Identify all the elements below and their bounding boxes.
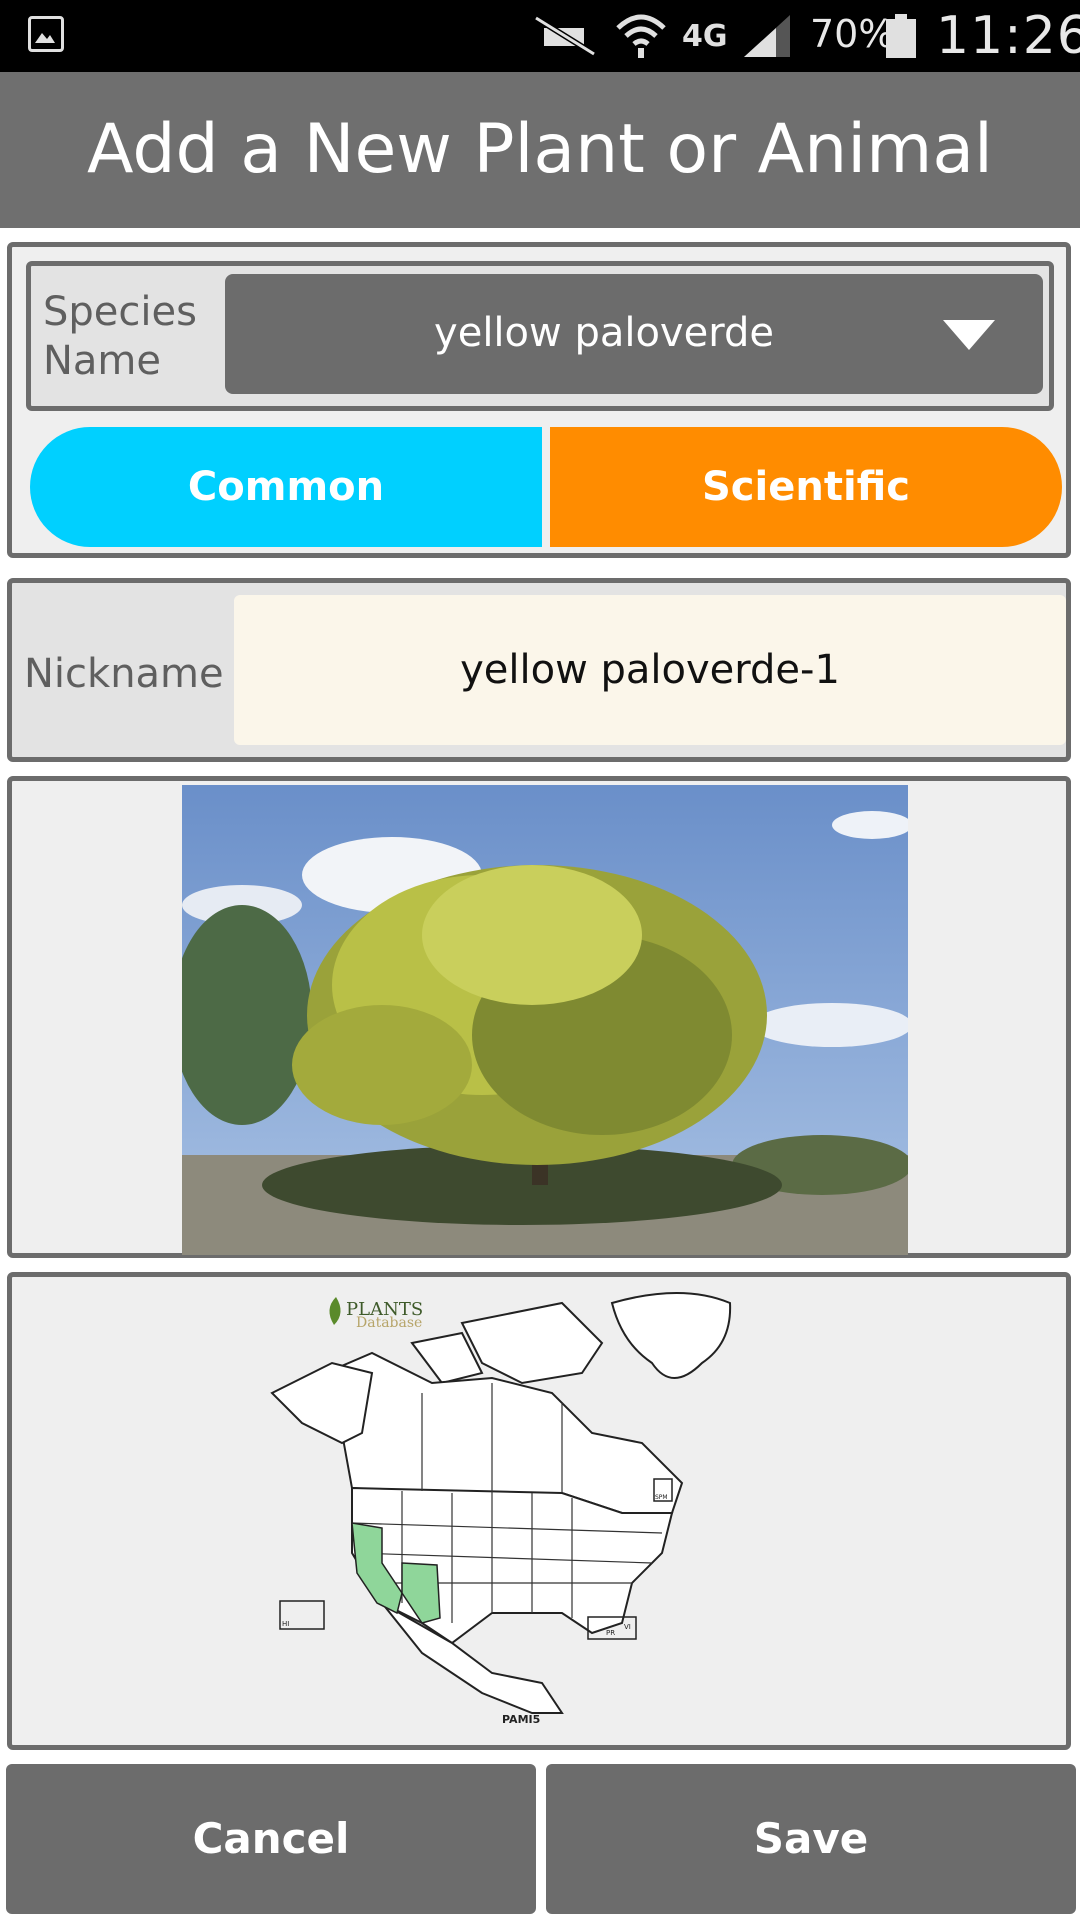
pr-label: PR	[606, 1629, 615, 1637]
nickname-panel: Nickname	[7, 578, 1071, 762]
scientific-name-toggle[interactable]: Scientific	[550, 427, 1062, 547]
species-dropdown[interactable]: yellow paloverde	[225, 274, 1043, 394]
signal-icon	[743, 15, 790, 57]
common-name-toggle[interactable]: Common	[30, 427, 542, 547]
save-button[interactable]: Save	[546, 1764, 1076, 1914]
chevron-down-icon	[943, 320, 995, 350]
species-photo[interactable]	[182, 785, 908, 1255]
species-dropdown-value: yellow paloverde	[434, 310, 774, 356]
species-code: PAMI5	[502, 1713, 540, 1726]
nickname-input[interactable]	[234, 595, 1066, 745]
mute-icon	[534, 15, 596, 57]
species-name-row: Species Name yellow paloverde	[26, 261, 1054, 411]
plants-database-logo: PLANTS Database	[329, 1297, 423, 1331]
app-header: Add a New Plant or Animal	[0, 72, 1080, 228]
hawaii-label: HI	[282, 1620, 289, 1628]
status-icons: 4G	[530, 10, 792, 62]
species-name-label: Species Name	[43, 288, 197, 386]
logo-database-text: Database	[356, 1315, 422, 1331]
vi-label: VI	[624, 1623, 631, 1631]
distribution-map-panel: PLANTS Database HI PR VI SPM PAMI5	[7, 1272, 1071, 1750]
spm-label: SPM	[655, 1494, 668, 1501]
wifi-icon	[616, 14, 666, 58]
clock: 11:26	[936, 6, 1080, 66]
cancel-button[interactable]: Cancel	[6, 1764, 536, 1914]
status-bar: 4G 70% 11:26	[0, 0, 1080, 72]
photo-panel	[7, 776, 1071, 1258]
species-panel: Species Name yellow paloverde Common Sci…	[7, 242, 1071, 558]
distribution-map[interactable]: PLANTS Database HI PR VI SPM PAMI5	[262, 1283, 832, 1745]
battery-percentage: 70%	[810, 12, 895, 56]
species-name-label-text: Species Name	[43, 289, 197, 384]
image-icon	[28, 16, 64, 52]
nickname-label: Nickname	[24, 651, 224, 697]
network-4g-icon: 4G	[682, 18, 728, 54]
page-title: Add a New Plant or Animal	[87, 110, 993, 189]
battery-icon	[886, 14, 916, 58]
hawaii-inset: HI	[279, 1600, 325, 1630]
